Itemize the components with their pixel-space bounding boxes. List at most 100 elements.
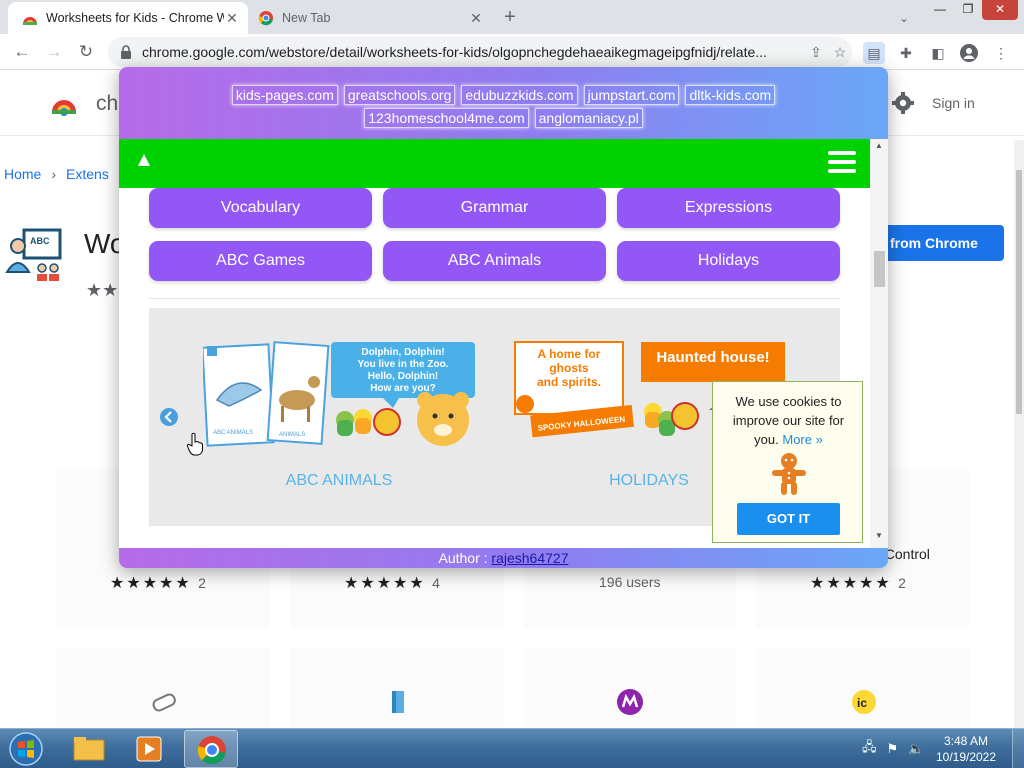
page-scrollbar-thumb[interactable]: [1016, 170, 1022, 414]
active-extension-icon[interactable]: ▤: [863, 42, 885, 64]
lock-icon: [121, 45, 131, 59]
partner-link[interactable]: edubuzzkids.com: [461, 85, 578, 105]
gamepad-icon: [152, 693, 176, 712]
webstore-logo-icon: [52, 100, 76, 116]
reload-icon[interactable]: ↻: [74, 40, 98, 64]
breadcrumb: Home › Extens: [4, 166, 109, 182]
cookie-message: We use cookies to improve our site for y…: [732, 394, 845, 447]
gear-icon[interactable]: [892, 92, 914, 114]
breadcrumb-home[interactable]: Home: [4, 166, 41, 182]
slide-title-abc-animals[interactable]: ABC ANIMALS: [239, 472, 439, 490]
category-button-abc-animals[interactable]: ABC Animals: [383, 241, 606, 281]
taskbar-clock[interactable]: 3:48 AM 10/19/2022: [928, 733, 1004, 765]
browser-tab-strip: Worksheets for Kids - Chrome W ✕ New Tab…: [0, 0, 1024, 34]
extension-teacher-icon: ABC: [5, 228, 62, 281]
svg-text:and spirits.: and spirits.: [537, 375, 601, 389]
side-panel-icon[interactable]: ◧: [927, 42, 949, 64]
extension-rating-stars: ★★: [86, 280, 119, 300]
svg-text:ABC: ABC: [30, 236, 50, 246]
tab-title: New Tab: [282, 11, 331, 25]
category-button-expressions[interactable]: Expressions: [617, 188, 840, 228]
taskbar-chrome-button[interactable]: [184, 730, 238, 768]
gingerbread-icon: [772, 453, 806, 495]
partner-link[interactable]: kids-pages.com: [231, 85, 338, 105]
partner-links-row: 123homeschool4me.com anglomaniacy.pl: [119, 108, 888, 128]
action-center-flag-icon[interactable]: ⚑: [887, 741, 899, 757]
category-button-abc-games[interactable]: ABC Games: [149, 241, 372, 281]
chrome-taskbar-icon: [197, 736, 226, 765]
chrome-webstore-favicon-icon: [23, 17, 37, 25]
category-button-holidays[interactable]: Holidays: [617, 241, 840, 281]
popup-nav-bar: [119, 139, 870, 188]
svg-text:A home for: A home for: [538, 347, 601, 361]
popup-scrollbar[interactable]: ▲ ▼: [870, 139, 888, 549]
windows-taskbar: 🖧 ⚑ 🔈 3:48 AM 10/19/2022: [0, 728, 1024, 768]
tab-close-icon[interactable]: ✕: [468, 10, 484, 26]
svg-text:Haunted house!: Haunted house!: [656, 349, 769, 366]
window-restore-button[interactable]: ❐: [954, 0, 982, 20]
sign-in-link[interactable]: Sign in: [932, 95, 975, 111]
profile-avatar-icon[interactable]: [958, 42, 980, 64]
new-tab-button[interactable]: +: [498, 6, 522, 30]
author-link[interactable]: rajesh64727: [491, 550, 568, 566]
category-button-vocabulary[interactable]: Vocabulary: [149, 188, 372, 228]
forward-arrow-icon[interactable]: →: [42, 40, 66, 64]
cookie-got-it-button[interactable]: GOT IT: [737, 503, 840, 535]
page-scrollbar[interactable]: [1014, 140, 1024, 730]
divider: [149, 298, 841, 299]
partner-links-bar: kids-pages.com greatschools.org edubuzzkid…: [119, 67, 888, 139]
tab-close-icon[interactable]: ✕: [224, 10, 240, 26]
chrome-favicon-icon: [258, 11, 273, 26]
tab-search-chevron-icon[interactable]: ⌄: [894, 8, 914, 28]
taskbar-explorer-button[interactable]: [62, 730, 116, 768]
url-text: chrome.google.com/webstore/detail/worksh…: [142, 44, 767, 60]
partner-link[interactable]: 123homeschool4me.com: [364, 108, 529, 128]
scroll-up-arrow-icon[interactable]: ▲: [874, 141, 884, 150]
window-minimize-button[interactable]: —: [926, 0, 954, 20]
browser-toolbar: ← → ↻ chrome.google.com/webstore/detail/…: [0, 34, 1024, 70]
partner-link[interactable]: jumpstart.com: [583, 85, 680, 105]
chevron-right-icon: ›: [51, 166, 57, 182]
svg-text:ghosts: ghosts: [549, 361, 589, 375]
author-label: Author :: [438, 550, 492, 566]
scroll-down-arrow-icon[interactable]: ▼: [874, 531, 884, 540]
volume-icon[interactable]: 🔈: [908, 741, 924, 757]
popup-scrollbar-thumb[interactable]: [874, 251, 885, 287]
triangle-up-icon[interactable]: [137, 153, 151, 167]
network-icon[interactable]: 🖧: [862, 738, 877, 760]
share-icon[interactable]: ⇪: [804, 44, 828, 61]
kebab-menu-icon[interactable]: ⋮: [990, 42, 1012, 64]
book-icon: [392, 691, 404, 713]
tab-new-tab[interactable]: New Tab ✕: [252, 2, 492, 34]
system-tray: 🖧 ⚑ 🔈: [862, 729, 924, 768]
clock-date: 10/19/2022: [935, 750, 997, 764]
address-bar[interactable]: chrome.google.com/webstore/detail/worksh…: [108, 37, 852, 67]
partner-link[interactable]: greatschools.org: [343, 85, 456, 105]
window-close-button[interactable]: ✕: [982, 0, 1018, 20]
cookie-more-link[interactable]: More »: [782, 432, 822, 447]
back-arrow-icon[interactable]: ←: [10, 40, 34, 64]
carousel-prev-icon[interactable]: [160, 408, 178, 426]
show-desktop-button[interactable]: [1012, 729, 1024, 768]
abc-animals-slide-image[interactable]: ABC ANIMALS ANIMALS Dolphin, Dolphin! Yo…: [203, 338, 483, 448]
taskbar-media-player-button[interactable]: [122, 730, 176, 768]
svg-text:ANIMALS: ANIMALS: [279, 432, 305, 438]
svg-text:Dolphin, Dolphin!: Dolphin, Dolphin!: [361, 347, 444, 358]
bookmark-star-icon[interactable]: ☆: [828, 44, 852, 61]
related-card-stars: ★★★★★ 2: [110, 575, 206, 592]
related-card-users: 196 users: [599, 574, 661, 590]
extensions-puzzle-icon[interactable]: ✚: [895, 42, 917, 64]
webstore-brand: ch: [96, 92, 119, 115]
tab-worksheets-for-kids[interactable]: Worksheets for Kids - Chrome W ✕: [8, 2, 248, 34]
windows-start-button-icon[interactable]: [6, 731, 46, 767]
partner-link[interactable]: dltk-kids.com: [685, 85, 776, 105]
hamburger-menu-icon[interactable]: [828, 151, 856, 175]
hand-cursor-icon: [186, 432, 203, 456]
category-button-grammar[interactable]: Grammar: [383, 188, 606, 228]
partner-links-row: kids-pages.com greatschools.org edubuzzkid…: [119, 85, 888, 105]
breadcrumb-extensions[interactable]: Extens: [66, 166, 109, 182]
svg-text:You live in the Zoo.: You live in the Zoo.: [358, 359, 449, 370]
folder-icon: [73, 737, 105, 761]
related-card-stars: ★★★★★ 2: [810, 575, 906, 592]
partner-link[interactable]: anglomaniacy.pl: [534, 108, 643, 128]
